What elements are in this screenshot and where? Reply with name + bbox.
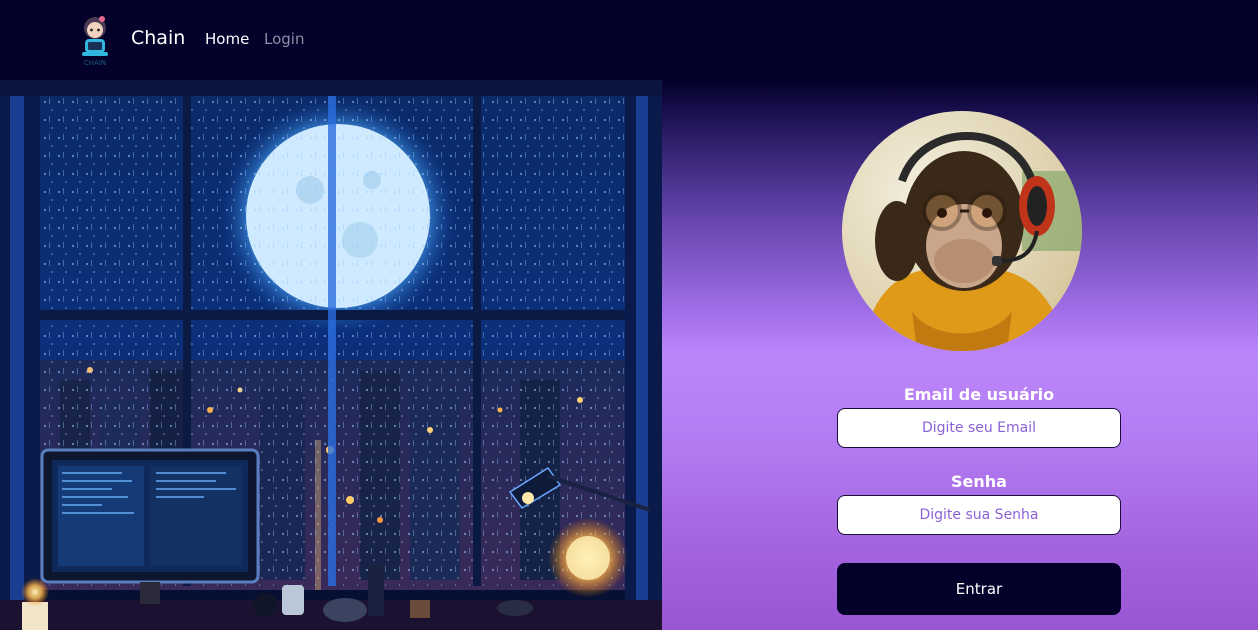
navbar: CHAIN Chain Home Login	[0, 0, 1258, 80]
submit-button[interactable]: Entrar	[837, 563, 1121, 615]
password-label: Senha	[951, 472, 1007, 491]
email-field[interactable]	[837, 408, 1121, 448]
email-label: Email de usuário	[903, 385, 1055, 404]
logo-icon[interactable]: CHAIN	[76, 12, 114, 68]
logo-caption: CHAIN	[84, 59, 106, 67]
password-field[interactable]	[837, 495, 1121, 535]
nav-link-home[interactable]: Home	[205, 30, 249, 48]
brand-name[interactable]: Chain	[131, 27, 185, 49]
hero-image	[0, 80, 662, 630]
avatar	[842, 111, 1082, 351]
nav-link-login[interactable]: Login	[264, 30, 304, 48]
